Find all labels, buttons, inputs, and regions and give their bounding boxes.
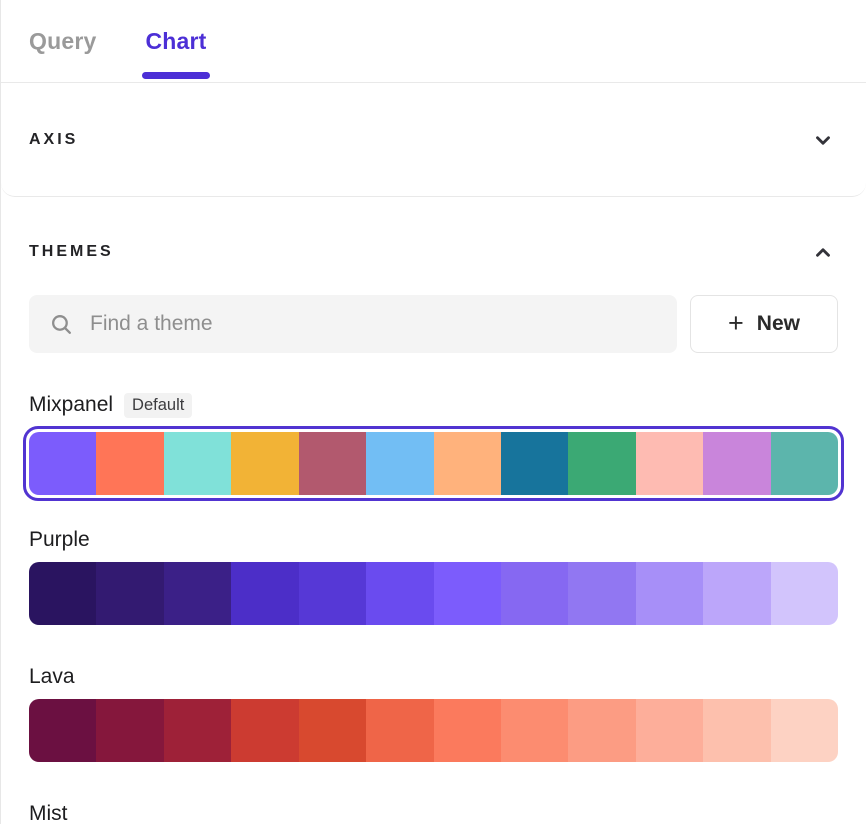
new-theme-button[interactable]: + New	[690, 295, 838, 353]
swatch-cell	[568, 432, 635, 495]
theme-search-input[interactable]	[90, 312, 657, 336]
swatch-cell	[96, 699, 163, 762]
swatch-cell	[771, 562, 838, 625]
swatch-cell	[568, 562, 635, 625]
swatch-cell	[29, 562, 96, 625]
swatch-cell	[636, 699, 703, 762]
swatch-cell	[501, 562, 568, 625]
swatch-cell	[636, 562, 703, 625]
swatch-cell	[231, 432, 298, 495]
themes-section: THEMES + New Mixpanel Default	[1, 237, 866, 824]
chevron-up-icon	[812, 241, 834, 263]
theme-swatch-row[interactable]	[29, 432, 838, 495]
theme-name: Mist	[29, 802, 68, 824]
theme-search-row: + New	[29, 295, 838, 353]
swatch-cell	[366, 699, 433, 762]
swatch-cell	[29, 699, 96, 762]
swatch-cell	[434, 562, 501, 625]
axis-expand-button[interactable]	[808, 125, 838, 155]
swatch-cell	[299, 699, 366, 762]
swatch-cell	[164, 562, 231, 625]
swatch-cell	[366, 432, 433, 495]
theme-name-row: Mixpanel Default	[29, 391, 838, 419]
theme-name-row: Lava	[29, 663, 838, 691]
tab-query-label: Query	[29, 28, 96, 55]
swatch-cell	[299, 562, 366, 625]
chevron-down-icon	[812, 129, 834, 151]
axis-section-title: AXIS	[29, 131, 78, 149]
axis-section[interactable]: AXIS	[1, 83, 866, 197]
swatch-cell	[501, 699, 568, 762]
swatch-cell	[96, 432, 163, 495]
swatch-cell	[164, 699, 231, 762]
swatch-cell	[636, 432, 703, 495]
theme-swatch-row[interactable]	[29, 699, 838, 762]
swatch-cell	[434, 699, 501, 762]
swatch-cell	[299, 432, 366, 495]
themes-section-title: THEMES	[29, 243, 114, 261]
swatch-cell	[771, 432, 838, 495]
theme-name: Mixpanel	[29, 393, 113, 417]
swatch-cell	[568, 699, 635, 762]
tab-chart[interactable]: Chart	[145, 0, 206, 82]
theme-name-row: Mist	[29, 800, 838, 824]
default-badge: Default	[124, 393, 192, 418]
swatch-cell	[703, 432, 770, 495]
theme-mist: Mist	[29, 800, 838, 824]
active-tab-indicator	[142, 72, 209, 79]
swatch-cell	[231, 562, 298, 625]
swatch-cell	[703, 699, 770, 762]
swatch-cell	[366, 562, 433, 625]
plus-icon: +	[728, 310, 744, 337]
theme-swatch-outer	[29, 699, 838, 762]
theme-list: Mixpanel Default Purple Lava Mist	[29, 391, 838, 824]
swatch-cell	[501, 432, 568, 495]
theme-name: Purple	[29, 528, 90, 552]
theme-swatch-outer	[29, 562, 838, 625]
search-icon	[49, 312, 74, 337]
swatch-cell	[703, 562, 770, 625]
tab-bar: Query Chart	[1, 0, 866, 83]
theme-name: Lava	[29, 665, 75, 689]
swatch-cell	[164, 432, 231, 495]
tab-query[interactable]: Query	[29, 0, 96, 82]
theme-purple: Purple	[29, 526, 838, 625]
chart-settings-panel: { "tabs": { "items": [ { "label": "Query…	[0, 0, 866, 824]
theme-lava: Lava	[29, 663, 838, 762]
swatch-cell	[231, 699, 298, 762]
theme-name-row: Purple	[29, 526, 838, 554]
swatch-cell	[96, 562, 163, 625]
tab-chart-label: Chart	[145, 28, 206, 55]
themes-collapse-button[interactable]	[808, 237, 838, 267]
theme-swatch-row[interactable]	[29, 562, 838, 625]
theme-search-box[interactable]	[29, 295, 677, 353]
theme-mixpanel: Mixpanel Default	[29, 391, 838, 501]
theme-swatch-outer	[23, 426, 844, 501]
new-theme-button-label: New	[757, 312, 800, 336]
swatch-cell	[29, 432, 96, 495]
swatch-cell	[434, 432, 501, 495]
themes-header: THEMES	[29, 237, 838, 267]
swatch-cell	[771, 699, 838, 762]
